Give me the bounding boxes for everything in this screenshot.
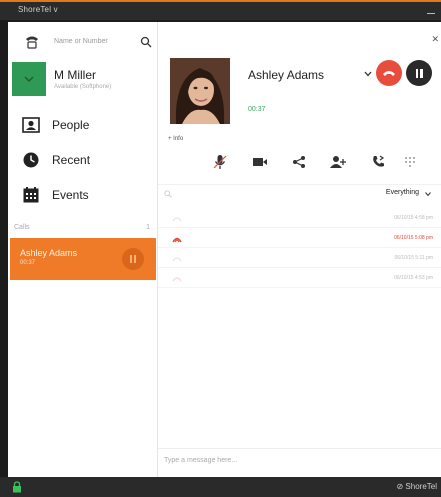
search-row: Name or Number (8, 30, 158, 56)
message-compose[interactable]: Type a message here... (158, 448, 441, 470)
share-button[interactable] (291, 154, 307, 170)
history-filter-select[interactable]: Everything (386, 189, 419, 196)
add-participant-button[interactable] (330, 154, 346, 170)
sidebar-item-recent[interactable]: Recent (8, 145, 158, 175)
call-icon (172, 257, 182, 262)
sidebar-item-label: People (52, 118, 90, 132)
active-call-name: Ashley Adams (20, 248, 78, 258)
calendar-icon (23, 187, 39, 203)
user-presence[interactable]: M Miller Available (Softphone) (8, 62, 158, 96)
call-icon (172, 277, 182, 282)
history-filter-row: Everything (158, 184, 441, 202)
transfer-button[interactable] (370, 154, 386, 170)
video-camera-icon (253, 158, 267, 166)
call-icon (172, 217, 182, 222)
history-time: 06/10/15 4:53 pm (394, 275, 433, 281)
active-call-card[interactable]: Ashley Adams 00:37 (10, 238, 156, 280)
calls-header: Calls 1 (8, 222, 158, 236)
sidebar-item-label: Recent (52, 153, 91, 167)
status-bar: ⊘ ShoreTel (0, 477, 441, 497)
calls-label: Calls (14, 224, 30, 231)
contact-photo (170, 58, 230, 124)
history-row[interactable]: 06/10/15 4:58 pm (158, 210, 441, 228)
search-icon[interactable] (140, 36, 152, 48)
history-row[interactable]: 06/10/15 5:11 pm (158, 250, 441, 268)
sidebar: Name or Number M Miller Available (Softp… (8, 22, 158, 477)
title-bar: ShoreTel v (0, 0, 441, 20)
add-person-icon (330, 156, 346, 168)
contact-name: Ashley Adams (248, 68, 325, 82)
dialpad-phone-icon[interactable] (24, 34, 40, 50)
hold-button[interactable] (406, 60, 432, 86)
hangup-phone-icon (383, 71, 395, 76)
call-timer: 00:37 (248, 106, 266, 113)
transfer-phone-icon (373, 155, 385, 167)
history-time: 06/10/15 5:08 pm (394, 235, 433, 241)
active-call-duration: 00:37 (20, 260, 36, 266)
user-name: M Miller (54, 68, 96, 82)
history-time: 06/10/15 5:11 pm (394, 255, 433, 261)
dialpad-button[interactable] (402, 154, 418, 170)
calls-count: 1 (146, 224, 150, 231)
minimize-button[interactable] (427, 6, 435, 14)
missed-call-icon (172, 237, 182, 243)
history-row-missed[interactable]: 06/10/15 5:08 pm (158, 230, 441, 248)
lock-icon[interactable] (12, 481, 22, 493)
brand-logo: ⊘ ShoreTel (396, 482, 437, 491)
chevron-down-icon[interactable] (425, 191, 431, 197)
window-title[interactable]: ShoreTel v (18, 5, 58, 14)
call-panel: ✕ Ashley Adams 00:37 + Info Everything 0… (158, 22, 441, 477)
close-icon[interactable]: ✕ (431, 34, 439, 45)
app-window: Name or Number M Miller Available (Softp… (8, 22, 441, 477)
presence-avatar[interactable] (12, 62, 46, 96)
person-card-icon (22, 117, 40, 133)
microphone-mute-icon (213, 155, 227, 169)
video-button[interactable] (252, 154, 268, 170)
clock-icon (23, 152, 39, 168)
user-status: Available (Softphone) (54, 84, 112, 90)
dialpad-icon (405, 157, 415, 167)
sidebar-item-people[interactable]: People (8, 110, 158, 140)
search-input[interactable]: Name or Number (54, 38, 108, 45)
chevron-down-icon (24, 76, 34, 83)
sidebar-item-label: Events (52, 188, 89, 202)
call-action-toolbar (158, 152, 441, 176)
more-info-link[interactable]: + Info (168, 136, 183, 142)
search-icon[interactable] (164, 190, 172, 198)
history-row[interactable]: 06/10/15 4:53 pm (158, 270, 441, 288)
history-time: 06/10/15 4:58 pm (394, 215, 433, 221)
brand-name: ShoreTel (405, 482, 437, 491)
hold-call-button[interactable] (122, 248, 144, 270)
chevron-down-icon[interactable] (364, 70, 372, 78)
mute-button[interactable] (212, 154, 228, 170)
hangup-button[interactable] (376, 60, 402, 86)
sidebar-item-events[interactable]: Events (8, 180, 158, 210)
message-input[interactable]: Type a message here... (164, 457, 237, 464)
share-icon (293, 156, 305, 168)
